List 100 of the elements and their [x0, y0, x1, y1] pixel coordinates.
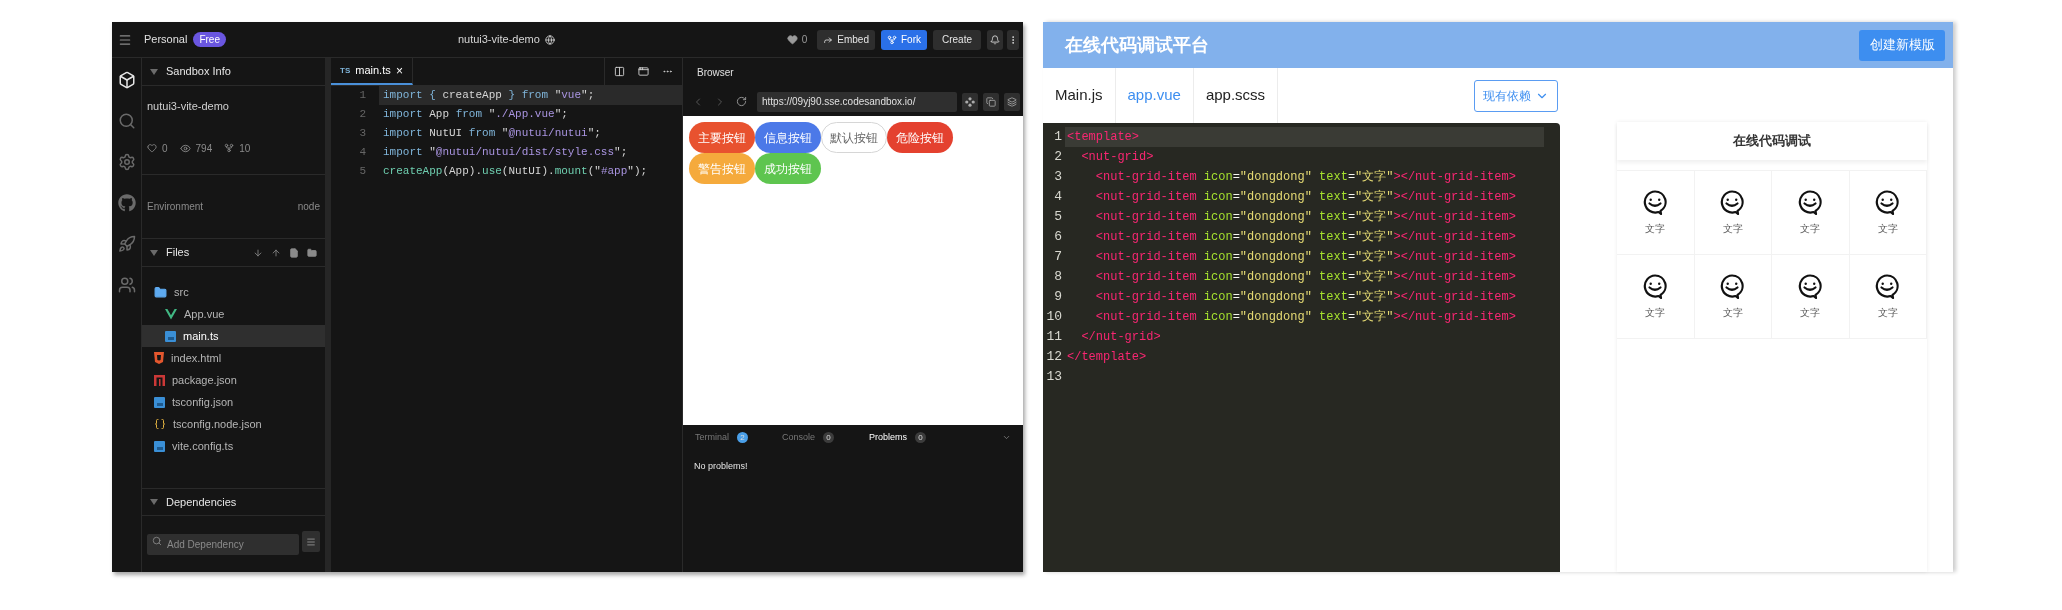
- demo-button[interactable]: 主要按钮: [689, 122, 755, 153]
- more-button[interactable]: [1007, 29, 1019, 50]
- code-line: <nut-grid-item icon="dongdong" text="文字"></nut-grid-item>: [1094, 289, 1516, 306]
- view-count: 794: [195, 141, 213, 156]
- demo-button[interactable]: 默认按钮: [821, 122, 887, 153]
- create-button[interactable]: Create: [933, 29, 981, 50]
- url-field[interactable]: https://09yj90.sse.codesandbox.io/: [757, 91, 957, 112]
- layers-button[interactable]: [1004, 92, 1020, 111]
- grid-item-label: 文字: [1877, 221, 1898, 236]
- search-icon[interactable]: [117, 112, 136, 130]
- smiley-chat-icon: [1642, 273, 1668, 299]
- new-file-icon[interactable]: [289, 247, 299, 258]
- grid-item-label: 文字: [1722, 305, 1743, 320]
- preview-icon[interactable]: [638, 66, 649, 77]
- app-title: 在线代码调试平台: [1065, 33, 1210, 57]
- smiley-chat-icon: [1875, 189, 1901, 215]
- caret-icon[interactable]: [150, 68, 158, 75]
- plan-badge: Free: [193, 32, 226, 47]
- users-icon[interactable]: [117, 276, 136, 294]
- like-count: 0: [801, 33, 808, 47]
- count-badge: 2: [737, 432, 748, 443]
- code-line: createApp(App).use(NutUI).mount("#app");: [382, 164, 648, 180]
- cat-icon[interactable]: [117, 194, 136, 212]
- panel-message: No problems!: [693, 460, 749, 473]
- line-number: 4: [358, 145, 367, 161]
- list-button[interactable]: [302, 531, 320, 552]
- share-icon: [823, 34, 834, 45]
- copy-button[interactable]: [983, 92, 999, 111]
- search-field[interactable]: Add Dependency: [147, 534, 299, 555]
- heart-icon: [147, 143, 157, 153]
- panel-tab[interactable]: Problems 0: [869, 430, 956, 445]
- reload-icon[interactable]: [736, 96, 747, 107]
- file-item[interactable]: src: [142, 281, 325, 303]
- code-line: <template>: [1066, 129, 1139, 146]
- rocket-icon[interactable]: [117, 235, 136, 253]
- demo-button[interactable]: 信息按钮: [755, 122, 821, 153]
- arrow-up-icon[interactable]: [271, 247, 281, 258]
- count-badge: 0: [823, 432, 835, 443]
- code-editor[interactable]: [1043, 123, 1560, 572]
- embed-button[interactable]: Embed: [817, 29, 875, 50]
- new-folder-icon[interactable]: [307, 247, 317, 258]
- line-number: 1: [1053, 128, 1063, 147]
- fork-icon: [887, 34, 897, 45]
- caret-icon[interactable]: [150, 499, 158, 505]
- cube-icon[interactable]: [117, 71, 136, 89]
- code-line: <nut-grid-item icon="dongdong" text="文字"></nut-grid-item>: [1094, 189, 1516, 206]
- caret-icon[interactable]: [150, 249, 158, 256]
- file-icon: [165, 330, 176, 342]
- code-line: <nut-grid-item icon="dongdong" text="文字"></nut-grid-item>: [1094, 309, 1516, 326]
- line-number: 3: [1053, 168, 1063, 187]
- workspace-name[interactable]: Personal: [144, 31, 188, 48]
- settings-icon[interactable]: [117, 153, 136, 171]
- line-number: 6: [1053, 228, 1063, 247]
- line-number: 3: [358, 126, 367, 142]
- close-button[interactable]: ×: [396, 61, 403, 80]
- package-icon: [154, 374, 165, 386]
- environment-label: Environment: [147, 200, 204, 214]
- preview-title: 在线代码调试: [1733, 132, 1811, 151]
- section-title[interactable]: Sandbox Info: [166, 63, 231, 80]
- section-title[interactable]: Dependencies: [166, 493, 237, 511]
- line-number: 4: [1053, 188, 1063, 207]
- diamond-dots-button[interactable]: [962, 92, 978, 111]
- grid-item-label: 文字: [1645, 305, 1666, 320]
- panel-tab[interactable]: Terminal 2: [695, 430, 782, 445]
- heart-icon[interactable]: [786, 34, 798, 45]
- code-line: <nut-grid-item icon="dongdong" text="文字"></nut-grid-item>: [1094, 229, 1516, 246]
- folder-icon: [154, 285, 167, 299]
- demo-button[interactable]: 危险按钮: [887, 122, 953, 153]
- line-number: 10: [1045, 308, 1063, 327]
- arrow-down-icon[interactable]: [253, 247, 263, 258]
- menu-icon[interactable]: [118, 32, 132, 47]
- chevron-down-icon[interactable]: [1002, 433, 1011, 442]
- dependencies-dropdown[interactable]: 现有依赖: [1474, 79, 1558, 112]
- smiley-chat-icon: [1875, 273, 1901, 299]
- file-item[interactable]: main.ts: [142, 325, 325, 347]
- code-line: <nut-grid-item icon="dongdong" text="文字"></nut-grid-item>: [1094, 269, 1516, 286]
- line-number: 13: [1045, 368, 1063, 387]
- file-icon: [154, 396, 165, 408]
- smiley-chat-icon: [1797, 189, 1823, 215]
- file-item[interactable]: vite.config.ts: [142, 435, 325, 457]
- file-item[interactable]: package.json: [142, 369, 325, 391]
- grid-item-label: 文字: [1800, 305, 1821, 320]
- smiley-chat-icon: [1797, 273, 1823, 299]
- environment-value: node: [297, 200, 320, 214]
- file-item[interactable]: tsconfig.node.json: [142, 413, 325, 435]
- code-line: </nut-grid>: [1080, 329, 1161, 346]
- file-item[interactable]: index.html: [142, 347, 325, 369]
- layers-icon: [1007, 96, 1017, 107]
- fork-button[interactable]: Fork: [881, 29, 927, 50]
- line-number: 12: [1045, 348, 1063, 367]
- file-item[interactable]: tsconfig.json: [142, 391, 325, 413]
- split-icon[interactable]: [614, 66, 625, 77]
- notifications-button[interactable]: [987, 29, 1003, 50]
- line-number: 2: [358, 107, 367, 123]
- section-title[interactable]: Files: [166, 244, 245, 261]
- panel-tab[interactable]: Console 0: [782, 430, 869, 445]
- line-number: 7: [1053, 248, 1063, 267]
- file-item[interactable]: App.vue: [142, 303, 325, 325]
- code-line: <nut-grid>: [1080, 149, 1154, 166]
- globe-icon: [544, 34, 555, 45]
